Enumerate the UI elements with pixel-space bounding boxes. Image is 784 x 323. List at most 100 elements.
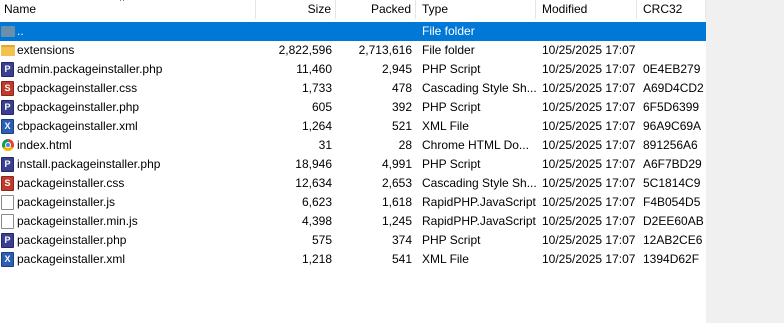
column-header-size[interactable]: Size (256, 0, 336, 19)
php-file-icon: P (1, 157, 14, 172)
cell-packed: 2,653 (381, 176, 412, 190)
cell-packed: 28 (398, 138, 412, 152)
file-name: packageinstaller.min.js (17, 214, 138, 228)
cell-modified: 10/25/2025 17:07 (542, 138, 636, 152)
file-name: cbpackageinstaller.css (17, 81, 138, 95)
column-header-name[interactable]: Name ^ (0, 0, 256, 19)
cell-type: PHP Script (422, 62, 481, 76)
cell-crc32 (637, 22, 706, 41)
cell-name: Pinstall.packageinstaller.php (0, 155, 256, 174)
sort-ascending-icon: ^ (120, 0, 125, 6)
cell-modified: 10/25/2025 17:07 (542, 252, 636, 266)
cell-modified: 10/25/2025 17:07 (542, 214, 636, 228)
table-row[interactable]: Scbpackageinstaller.css 1,733 478 Cascading… (0, 79, 706, 98)
js-file-icon (1, 195, 14, 210)
cell-packed: 1,618 (381, 195, 412, 209)
cell-size: 12,634 (295, 176, 332, 190)
cell-name: index.html (0, 136, 256, 155)
file-name: .. (17, 24, 24, 38)
cell-name: Spackageinstaller.css (0, 174, 256, 193)
cell-crc32 (637, 41, 706, 60)
cell-name: Scbpackageinstaller.css (0, 79, 256, 98)
cell-type: XML File (422, 252, 469, 266)
cell-modified: 10/25/2025 17:07 (542, 119, 636, 133)
cell-size: 11,460 (296, 62, 332, 76)
cell-size: 18,946 (295, 157, 332, 171)
cell-type: PHP Script (422, 233, 481, 247)
file-name: extensions (17, 43, 75, 57)
cell-size: 605 (311, 100, 332, 114)
cell-name: Xpackageinstaller.xml (0, 250, 256, 269)
table-row-selected[interactable]: .. File folder (0, 22, 706, 41)
cell-crc32: 5C1814C9 (643, 176, 701, 190)
table-row[interactable]: Spackageinstaller.css 12,634 2,653 Cascadin… (0, 174, 706, 193)
cell-crc32: A69D4CD2 (643, 81, 704, 95)
cell-crc32: 6F5D6399 (643, 100, 700, 114)
cell-name: Padmin.packageinstaller.php (0, 60, 256, 79)
cell-size: 1,264 (301, 119, 332, 133)
cell-modified: 10/25/2025 17:07 (542, 62, 636, 76)
cell-packed: 541 (391, 252, 412, 266)
table-row[interactable]: Pcbpackageinstaller.php 605 392 PHP Script 1… (0, 98, 706, 117)
cell-packed: 478 (391, 81, 412, 95)
cell-name: packageinstaller.js (0, 193, 256, 212)
table-row[interactable]: packageinstaller.min.js 4,398 1,245 RapidPH… (0, 212, 706, 231)
cell-modified: 10/25/2025 17:07 (542, 81, 636, 95)
cell-size: 1,733 (301, 81, 332, 95)
file-name: packageinstaller.php (17, 233, 127, 247)
table-row[interactable]: Pinstall.packageinstaller.php 18,946 4,991… (0, 155, 706, 174)
folder-icon (1, 45, 15, 56)
cell-modified: 10/25/2025 17:07 (542, 43, 636, 57)
table-row[interactable]: extensions 2,822,596 2,713,616 File folder 1… (0, 41, 706, 60)
column-header-modified[interactable]: Modified (536, 0, 637, 19)
cell-packed: 374 (391, 233, 412, 247)
cell-crc32: 12AB2CE6 (643, 233, 703, 247)
cell-packed (336, 22, 416, 41)
cell-type: PHP Script (422, 157, 481, 171)
cell-name: Ppackageinstaller.php (0, 231, 256, 250)
file-list[interactable]: Name ^ Size Packed Type Modified CRC32 .… (0, 0, 706, 323)
xml-file-icon: X (1, 119, 14, 134)
file-name: admin.packageinstaller.php (17, 62, 163, 76)
cell-modified: 10/25/2025 17:07 (542, 157, 636, 171)
js-file-icon (1, 214, 14, 229)
cell-size: 6,623 (301, 195, 332, 209)
file-name: install.packageinstaller.php (17, 157, 161, 171)
cell-name: Pcbpackageinstaller.php (0, 98, 256, 117)
cell-modified: 10/25/2025 17:07 (542, 195, 636, 209)
css-file-icon: S (1, 176, 14, 191)
cell-packed: 4,991 (381, 157, 412, 171)
cell-type: RapidPHP.JavaScript (422, 214, 536, 228)
table-row[interactable]: Xpackageinstaller.xml 1,218 541 XML File 10/… (0, 250, 706, 269)
table-row[interactable]: packageinstaller.js 6,623 1,618 RapidPHP.Ja… (0, 193, 706, 212)
xml-file-icon: X (1, 252, 14, 267)
cell-packed: 521 (391, 119, 412, 133)
cell-size: 2,822,596 (278, 43, 332, 57)
cell-crc32: 0E4EB279 (643, 62, 701, 76)
css-file-icon: S (1, 81, 14, 96)
file-name: index.html (17, 138, 72, 152)
cell-packed: 1,245 (381, 214, 412, 228)
cell-type: RapidPHP.JavaScript (422, 195, 536, 209)
cell-type: File folder (422, 24, 475, 38)
file-name: packageinstaller.css (17, 176, 125, 190)
file-name: packageinstaller.xml (17, 252, 126, 266)
table-row[interactable]: Padmin.packageinstaller.php 11,460 2,945 PH… (0, 60, 706, 79)
php-file-icon: P (1, 100, 14, 115)
column-header-packed[interactable]: Packed (336, 0, 416, 19)
cell-crc32: D2EE60AB (643, 214, 704, 228)
parent-folder-icon (1, 26, 15, 37)
file-name: cbpackageinstaller.php (17, 100, 140, 114)
chrome-html-icon (2, 139, 14, 151)
table-row[interactable]: Xcbpackageinstaller.xml 1,264 521 XML File 1… (0, 117, 706, 136)
cell-size: 1,218 (301, 252, 332, 266)
cell-size: 31 (318, 138, 332, 152)
table-row[interactable]: Ppackageinstaller.php 575 374 PHP Script 10/… (0, 231, 706, 250)
cell-packed: 392 (391, 100, 412, 114)
column-header-type[interactable]: Type (416, 0, 536, 19)
table-row[interactable]: index.html 31 28 Chrome HTML Do... 10/25/202… (0, 136, 706, 155)
column-header: Name ^ Size Packed Type Modified CRC32 (0, 0, 706, 20)
cell-crc32: F4B054D5 (643, 195, 701, 209)
cell-modified (536, 22, 637, 41)
column-header-crc32[interactable]: CRC32 (637, 0, 706, 19)
